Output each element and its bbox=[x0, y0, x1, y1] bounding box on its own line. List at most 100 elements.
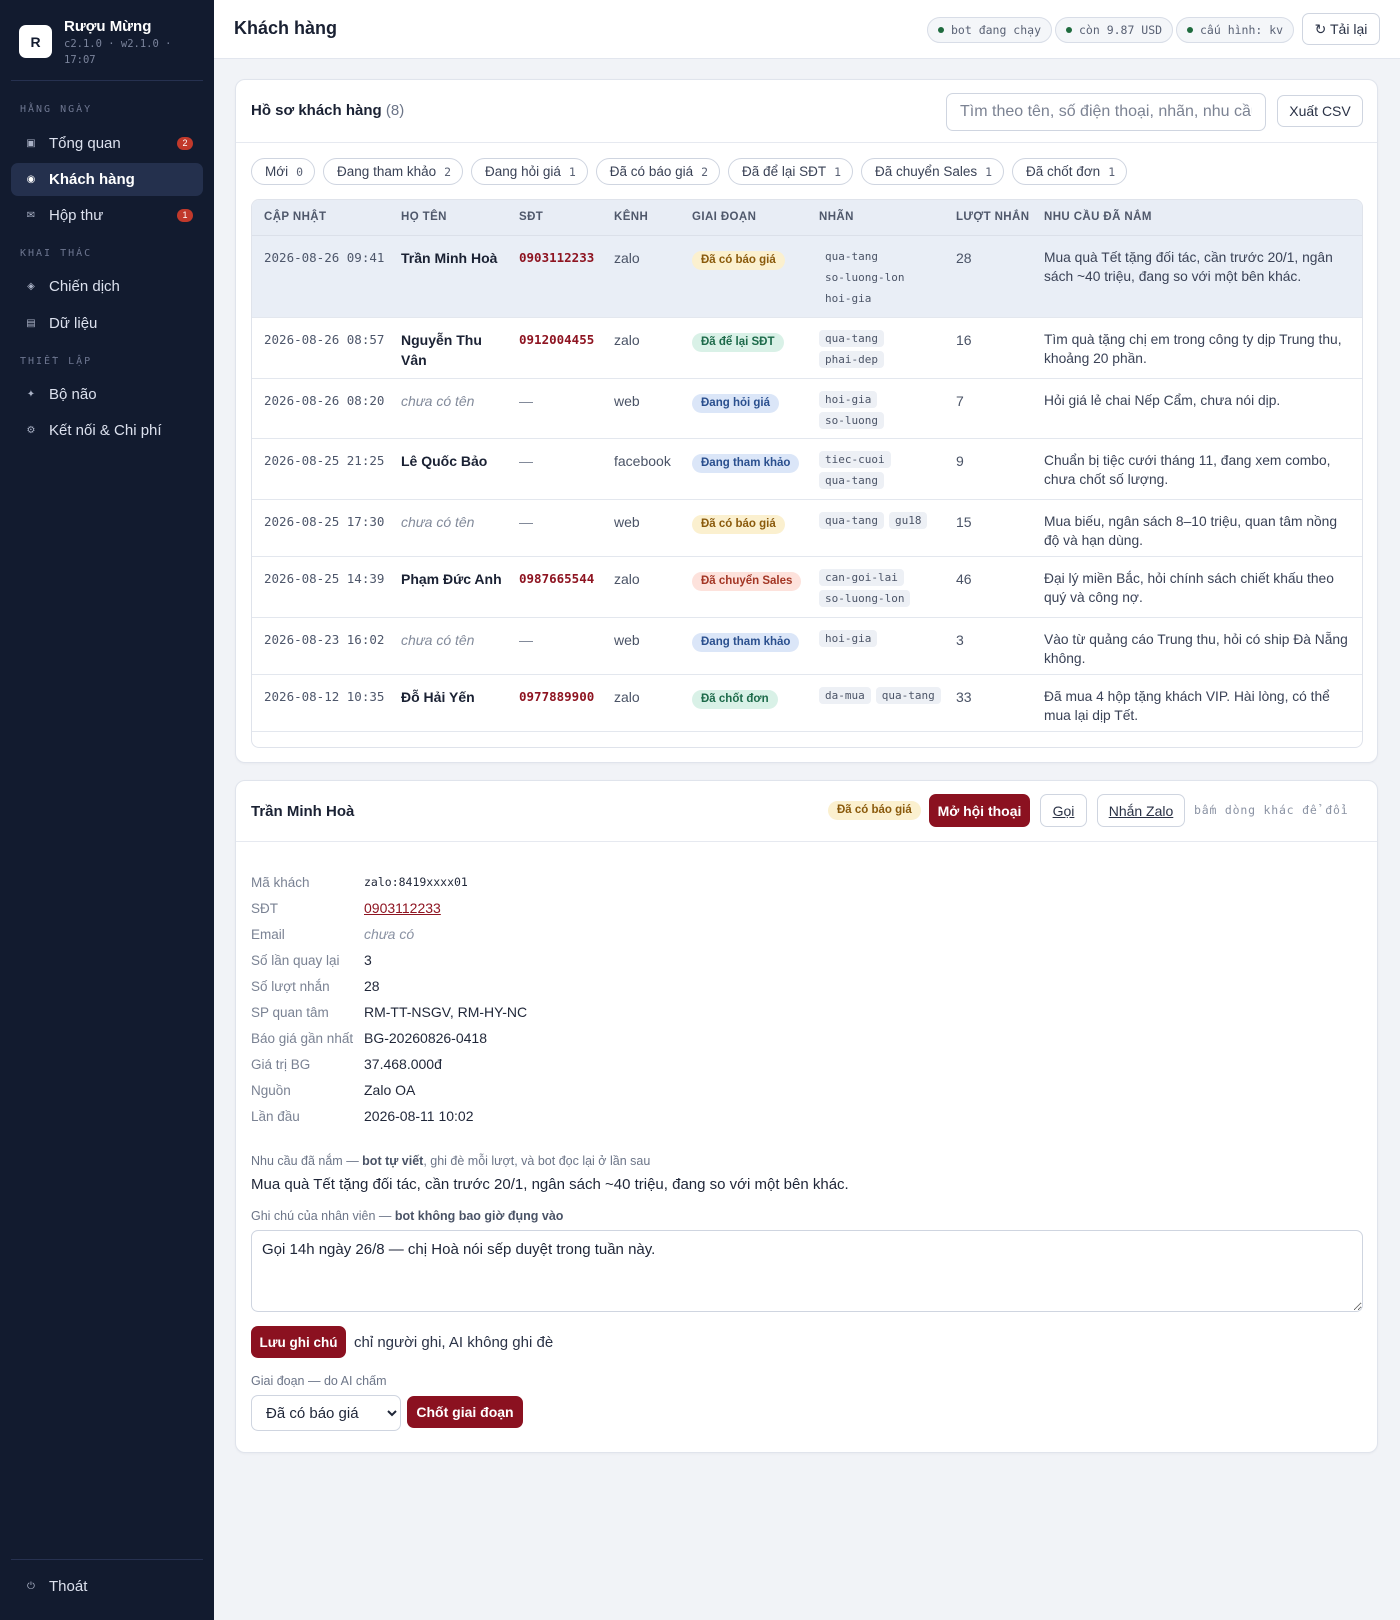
tag-chip: qua-tang bbox=[819, 247, 884, 265]
sidebar-item-brain[interactable]: ✦ Bộ não bbox=[11, 378, 203, 411]
open-conversation-button[interactable]: Mở hội thoại bbox=[929, 794, 1030, 827]
column-header-name[interactable]: HỌ TÊN bbox=[389, 200, 507, 236]
top-header: Khách hàng bot đang chạy còn 9.87 USD cấ… bbox=[214, 0, 1400, 59]
field-value: 3 bbox=[364, 952, 372, 968]
zalo-message-button[interactable]: Nhắn Zalo bbox=[1097, 794, 1185, 827]
filter-chip-closed[interactable]: Đã chốt đơn 1 bbox=[1012, 158, 1128, 185]
tag-chip: so-luong-lon bbox=[819, 589, 911, 607]
sidebar-item-label: Hộp thư bbox=[49, 207, 104, 224]
stage-select[interactable]: MớiĐang tham khảoĐang hỏi giáĐã có báo g… bbox=[251, 1395, 401, 1431]
tag-chip: qua-tang bbox=[819, 471, 884, 489]
sidebar-item-data[interactable]: ▤ Dữ liệu bbox=[11, 307, 203, 340]
sidebar-item-connections-costs[interactable]: ⚙ Kết nối & Chi phí bbox=[11, 414, 203, 447]
table-row[interactable]: 2026-08-26 09:41 Trần Minh Hoà 0903112233 z… bbox=[252, 235, 1362, 318]
stage-badge: Đã chuyển Sales bbox=[692, 571, 802, 591]
tag-chip: da-mua bbox=[819, 686, 871, 704]
cell-stage: Đã chuyển Sales bbox=[680, 556, 807, 618]
mail-icon: ✉ bbox=[26, 210, 36, 221]
sidebar: R Rượu Mừng c2.1.0 · w2.1.0 · 17:07 HẰNG… bbox=[0, 0, 214, 1620]
filter-chip-asking-price[interactable]: Đang hỏi giá 1 bbox=[471, 158, 588, 185]
sidebar-item-overview[interactable]: ▣ Tổng quan 2 bbox=[11, 127, 203, 160]
notification-badge: 2 bbox=[177, 137, 193, 150]
field-row: Lần đầu 2026-08-11 10:02 bbox=[251, 1103, 527, 1129]
table-row[interactable]: 2026-08-26 08:57 Nguyễn Thu Vân 0912004455… bbox=[252, 317, 1362, 379]
cell-channel: web bbox=[602, 499, 680, 557]
cell-need: Đã mua 4 hộp tặng khách VIP. Hài lòng, c… bbox=[1032, 674, 1362, 732]
sidebar-item-inbox[interactable]: ✉ Hộp thư 1 bbox=[11, 199, 203, 232]
field-value: BG-20260826-0418 bbox=[364, 1030, 487, 1046]
table-row[interactable]: 2026-08-25 14:39 Phạm Đức Anh 0987665544 za… bbox=[252, 556, 1362, 618]
cell-turns: 7 bbox=[944, 378, 1032, 439]
card-divider bbox=[236, 841, 1377, 842]
stage-badge: Đã để lại SĐT bbox=[692, 332, 784, 352]
field-label: SĐT bbox=[251, 900, 278, 916]
field-label: Mã khách bbox=[251, 874, 310, 890]
stage-badge: Đã có báo giá bbox=[692, 514, 785, 534]
customer-list-title: Hồ sơ khách hàng (8) bbox=[251, 102, 405, 119]
column-header-turns[interactable]: LƯỢT NHẮN bbox=[944, 200, 1032, 236]
sidebar-item-label: Bộ não bbox=[49, 386, 97, 403]
sidebar-divider bbox=[11, 1559, 203, 1560]
filter-chip-consulting[interactable]: Đang tham khảo 2 bbox=[323, 158, 464, 185]
filter-chip-quoted[interactable]: Đã có báo giá 2 bbox=[595, 158, 721, 185]
cell-updated: 2026-08-26 08:20 bbox=[252, 378, 389, 439]
field-value[interactable]: 0903112233 bbox=[364, 900, 441, 916]
logout-button[interactable]: ⏻ Thoát bbox=[11, 1570, 203, 1603]
filter-chip-new[interactable]: Mới 0 bbox=[251, 158, 316, 185]
cell-updated: 2026-08-26 08:57 bbox=[252, 317, 389, 379]
filter-chip-left-phone[interactable]: Đã để lại SĐT 1 bbox=[728, 158, 854, 185]
field-label: SP quan tâm bbox=[251, 1004, 329, 1020]
field-row: Số lượt nhắn 28 bbox=[251, 973, 527, 999]
field-row: SĐT 0903112233 bbox=[251, 895, 527, 921]
cell-phone: — bbox=[507, 438, 602, 500]
table-row[interactable]: 2026-08-12 10:35 Đỗ Hải Yến 0977889900 zalo… bbox=[252, 674, 1362, 732]
cell-phone: — bbox=[507, 378, 602, 439]
sidebar-item-label: Chiến dịch bbox=[49, 278, 120, 295]
sidebar-item-customers[interactable]: ◉ Khách hàng bbox=[11, 163, 203, 196]
cell-turns: 16 bbox=[944, 317, 1032, 379]
commit-stage-button[interactable]: Chốt giai đoạn bbox=[407, 1396, 523, 1428]
cell-tags: can-goi-lai so-luong-lon bbox=[807, 556, 944, 618]
field-row: Giá trị BG 37.468.000đ bbox=[251, 1051, 527, 1077]
table-row[interactable]: 2026-08-26 08:20 chưa có tên — web Đang hỏi … bbox=[252, 378, 1362, 439]
column-header-channel[interactable]: KÊNH bbox=[602, 200, 680, 236]
cell-updated: 2026-08-26 09:41 bbox=[252, 235, 389, 318]
customer-icon: ◉ bbox=[26, 174, 36, 185]
app-name: Rượu Mừng bbox=[64, 18, 152, 35]
customer-table: CẬP NHẬT HỌ TÊN SĐT KÊNH GIAI ĐOẠN NHÃN … bbox=[251, 199, 1363, 748]
table-row[interactable]: 2026-08-25 21:25 Lê Quốc Bảo — facebook Đang… bbox=[252, 438, 1362, 500]
table-header-row: CẬP NHẬT HỌ TÊN SĐT KÊNH GIAI ĐOẠN NHÃN … bbox=[252, 200, 1362, 236]
filter-chip-to-sales[interactable]: Đã chuyển Sales 1 bbox=[861, 158, 1005, 185]
table-row[interactable]: 2026-08-25 17:30 chưa có tên — web Đã có báo… bbox=[252, 499, 1362, 557]
column-header-updated[interactable]: CẬP NHẬT bbox=[252, 200, 389, 236]
sidebar-item-campaigns[interactable]: ◈ Chiến dịch bbox=[11, 270, 203, 303]
column-header-need[interactable]: NHU CẦU ĐÃ NẮM bbox=[1032, 200, 1362, 236]
field-value: 2026-08-11 10:02 bbox=[364, 1108, 474, 1124]
notification-badge: 1 bbox=[177, 209, 193, 222]
export-csv-button[interactable]: Xuất CSV bbox=[1277, 95, 1363, 127]
reload-button[interactable]: ↻ Tải lại bbox=[1302, 13, 1380, 45]
call-button[interactable]: Gọi bbox=[1040, 794, 1087, 827]
cell-turns: 33 bbox=[944, 674, 1032, 732]
status-pill-balance: còn 9.87 USD bbox=[1055, 17, 1174, 43]
save-notes-button[interactable]: Lưu ghi chú bbox=[251, 1326, 346, 1358]
cell-turns: 28 bbox=[944, 235, 1032, 318]
table-row[interactable]: 2026-08-23 16:02 chưa có tên — web Đang tham… bbox=[252, 617, 1362, 675]
cell-phone: 0912004455 bbox=[507, 317, 602, 379]
column-header-phone[interactable]: SĐT bbox=[507, 200, 602, 236]
staff-notes-textarea[interactable]: Gọi 14h ngày 26/8 — chị Hoà nói sếp duyệ… bbox=[251, 1230, 1363, 1312]
cell-channel: zalo bbox=[602, 317, 680, 379]
cell-channel: web bbox=[602, 378, 680, 439]
cell-need: Chuẩn bị tiệc cưới tháng 11, đang xem co… bbox=[1032, 438, 1362, 500]
save-notes-hint: chỉ người ghi, AI không ghi đè bbox=[354, 1333, 554, 1351]
save-notes-row: Lưu ghi chú chỉ người ghi, AI không ghi … bbox=[251, 1326, 553, 1358]
cell-turns: 15 bbox=[944, 499, 1032, 557]
column-header-tags[interactable]: NHÃN bbox=[807, 200, 944, 236]
search-input[interactable] bbox=[946, 93, 1266, 131]
power-icon: ⏻ bbox=[27, 1581, 35, 1592]
cell-stage: Đang tham khảo bbox=[680, 438, 807, 500]
cell-name: Phạm Đức Anh bbox=[389, 556, 507, 618]
column-header-stage[interactable]: GIAI ĐOẠN bbox=[680, 200, 807, 236]
cell-channel: facebook bbox=[602, 438, 680, 500]
switch-hint: bấm dòng khác để đổi bbox=[1194, 803, 1349, 817]
